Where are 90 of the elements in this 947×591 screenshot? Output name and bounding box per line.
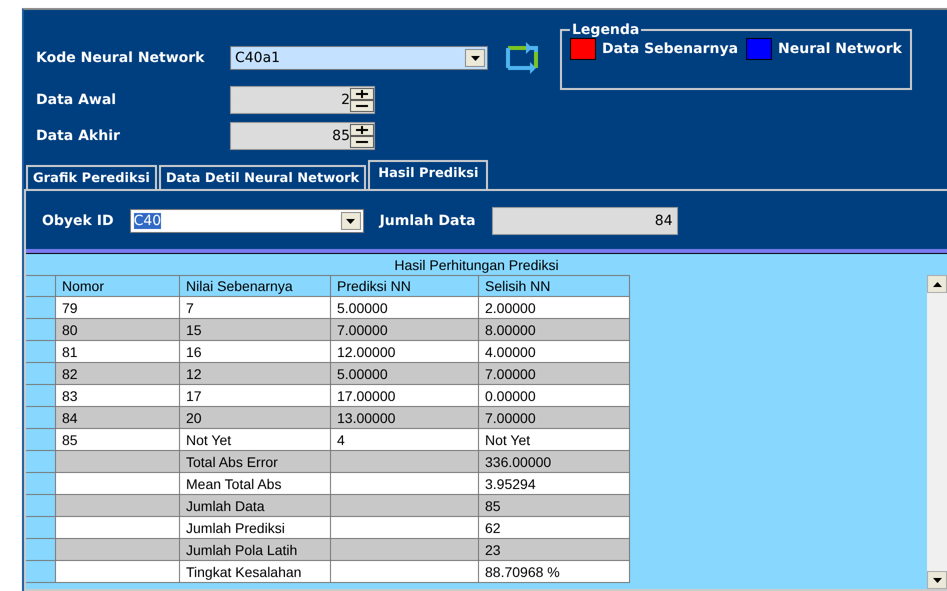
network-dropdown[interactable]: C40a1 — [230, 46, 488, 70]
table-cell: 3.95294 — [479, 473, 630, 495]
table-cell: 336.00000 — [479, 451, 630, 473]
table-cell: 81 — [56, 341, 180, 363]
scroll-down-button[interactable] — [927, 571, 947, 589]
minus-icon — [356, 138, 368, 146]
row-header — [26, 319, 56, 341]
column-header: Selisih NN — [479, 275, 630, 297]
table-cell: 8.00000 — [479, 319, 630, 341]
table-cell: 7.00000 — [479, 363, 630, 385]
object-dropdown[interactable]: C40 — [130, 209, 364, 233]
table-cell: Mean Total Abs — [180, 473, 331, 495]
table-cell: Not Yet — [479, 429, 630, 451]
table-cell: 82 — [56, 363, 180, 385]
increment-button[interactable] — [350, 124, 374, 136]
row-header — [26, 341, 56, 363]
field-label: Obyek ID — [42, 213, 114, 229]
table-cell: 84 — [56, 407, 180, 429]
decrement-button[interactable] — [350, 136, 374, 148]
column-header: Nomor — [56, 275, 180, 297]
table-cell: 16 — [180, 341, 331, 363]
row-header — [26, 495, 56, 517]
plus-icon — [356, 90, 368, 98]
row-header — [26, 297, 56, 319]
increment-button[interactable] — [350, 88, 374, 100]
table-cell: 80 — [56, 319, 180, 341]
end-spinner[interactable]: 85 — [230, 122, 375, 150]
table-cell: 85 — [56, 429, 180, 451]
row-header — [26, 517, 56, 539]
plus-icon — [356, 126, 368, 134]
legend-title: Legenda — [571, 22, 640, 38]
table-cell: 5.00000 — [331, 363, 479, 385]
table-cell: 13.00000 — [331, 407, 479, 429]
table-cell: Jumlah Pola Latih — [180, 539, 331, 561]
row-header — [26, 473, 56, 495]
table-cell: 88.70968 % — [479, 561, 630, 583]
table-cell: 4.00000 — [479, 341, 630, 363]
table-cell: 83 — [56, 385, 180, 407]
table-cell: 62 — [479, 517, 630, 539]
row-header — [26, 451, 56, 473]
start-spinner[interactable]: 2 — [230, 86, 375, 114]
scrollbar[interactable] — [927, 275, 947, 589]
field-label: Jumlah Data — [380, 213, 476, 229]
tab[interactable]: Hasil Prediksi — [368, 160, 488, 189]
table-cell: 0.00000 — [479, 385, 630, 407]
caret-icon — [932, 578, 942, 582]
legend-label: Data Sebenarnya — [602, 41, 738, 57]
column-header: Nilai Sebenarnya — [180, 275, 331, 297]
table-cell: 23 — [479, 539, 630, 561]
table-cell: 12.00000 — [331, 341, 479, 363]
table-cell: 17 — [180, 385, 331, 407]
minus-icon — [356, 102, 368, 110]
row-header — [26, 385, 56, 407]
caret-icon — [470, 56, 480, 60]
table-cell: 7.00000 — [479, 407, 630, 429]
table-cell: 7.00000 — [331, 319, 479, 341]
table-cell: 2.00000 — [479, 297, 630, 319]
decrement-button[interactable] — [350, 100, 374, 112]
table-cell: Jumlah Data — [180, 495, 331, 517]
table-cell: 20 — [180, 407, 331, 429]
column-header: Prediksi NN — [331, 275, 479, 297]
field-label: Data Akhir — [36, 128, 121, 144]
table-cell: Tingkat Kesalahan — [180, 561, 331, 583]
table-cell: 17.00000 — [331, 385, 479, 407]
scroll-up-button[interactable] — [927, 275, 947, 293]
dropdown-button[interactable] — [340, 212, 361, 230]
table-title: Hasil Perhitungan Prediksi — [394, 256, 559, 272]
row-header — [26, 539, 56, 561]
dropdown-button[interactable] — [465, 49, 485, 67]
table-cell: Total Abs Error — [180, 451, 331, 473]
tab[interactable]: Grafik Perediksi — [26, 165, 157, 189]
caret-icon — [346, 218, 356, 224]
table-cell: 79 — [56, 297, 180, 319]
table-cell: Not Yet — [180, 429, 331, 451]
table-cell: Jumlah Prediksi — [180, 517, 331, 539]
row-header — [26, 429, 56, 451]
table-cell: 7 — [180, 297, 331, 319]
legend-label: Neural Network — [778, 41, 902, 57]
tab[interactable]: Data Detil Neural Network — [158, 165, 366, 189]
field-label: Kode Neural Network — [36, 50, 206, 66]
table-cell: 12 — [180, 363, 331, 385]
table-cell: 85 — [479, 495, 630, 517]
count-field: 84 — [492, 207, 678, 235]
table-cell: 5.00000 — [331, 297, 479, 319]
table-cell: 15 — [180, 319, 331, 341]
field-label: Data Awal — [36, 92, 118, 108]
up-arrow-icon — [932, 282, 942, 286]
row-header — [26, 363, 56, 385]
row-header — [26, 407, 56, 429]
table-cell: 4 — [331, 429, 479, 451]
